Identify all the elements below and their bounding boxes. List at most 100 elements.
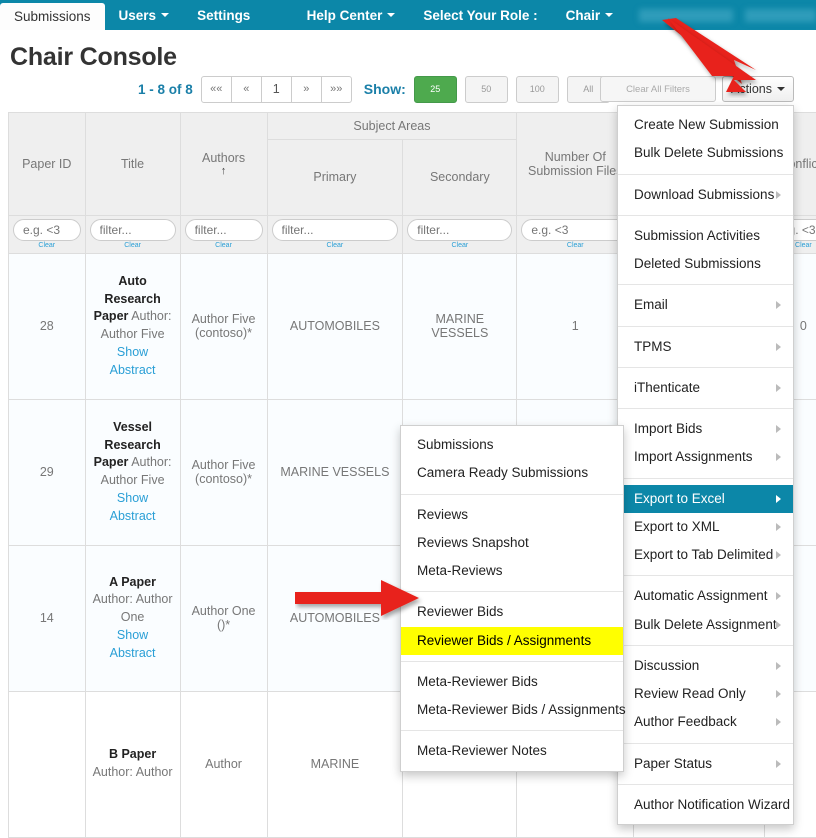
col-secondary[interactable]: Secondary bbox=[402, 139, 518, 216]
actions-menu-item-import-bids[interactable]: Import Bids bbox=[618, 415, 793, 443]
clear-filter-paper-id[interactable]: Clear bbox=[13, 242, 81, 249]
clear-all-filters-button[interactable]: Clear All Filters bbox=[600, 76, 716, 102]
export-menu-item-reviews-label: Reviews bbox=[417, 506, 469, 522]
col-group-subject-areas: Subject Areas bbox=[267, 113, 518, 140]
page-size-100-button[interactable]: 100 bbox=[515, 75, 559, 103]
actions-menu-item-ithenticate[interactable]: iThenticate bbox=[618, 374, 793, 402]
pager-page-1-button[interactable]: 1 bbox=[260, 75, 292, 103]
actions-menu-item-paper-status[interactable]: Paper Status bbox=[618, 750, 793, 778]
cell-primary: MARINE bbox=[267, 691, 404, 838]
cell-primary: AUTOMOBILES bbox=[267, 545, 404, 692]
actions-menu-item-email[interactable]: Email bbox=[618, 291, 793, 319]
actions-menu-item-submission-activities-label: Submission Activities bbox=[634, 227, 761, 243]
abstract-link[interactable]: Abstract bbox=[90, 362, 176, 380]
chevron-right-icon bbox=[776, 759, 781, 768]
clear-filter-submission-files[interactable]: Clear bbox=[521, 242, 629, 249]
filter-input-title[interactable] bbox=[89, 219, 176, 241]
abstract-link[interactable]: Abstract bbox=[90, 645, 176, 663]
filter-input-submission-files[interactable] bbox=[521, 219, 630, 241]
chevron-right-icon bbox=[776, 718, 781, 727]
cell-paper-id[interactable]: 28 bbox=[9, 253, 86, 400]
export-menu-item-camera-ready-submissions[interactable]: Camera Ready Submissions bbox=[401, 459, 623, 487]
export-menu-item-reviewer-bids-assignments-label: Reviewer Bids / Assignments bbox=[417, 632, 592, 648]
show-abstract-link[interactable]: Show bbox=[90, 627, 176, 645]
export-menu-item-submissions[interactable]: Submissions bbox=[401, 431, 623, 459]
clear-filter-authors[interactable]: Clear bbox=[185, 242, 263, 249]
pager-prev-button[interactable]: « bbox=[230, 75, 262, 103]
cell-authors: Author bbox=[180, 691, 268, 838]
actions-menu-item-deleted-submissions[interactable]: Deleted Submissions bbox=[618, 250, 793, 278]
export-menu-item-separator bbox=[401, 591, 623, 593]
export-menu-item-meta-reviewer-bids-assignments[interactable]: Meta-Reviewer Bids / Assignments bbox=[401, 696, 626, 724]
author-prefix: Author: bbox=[131, 309, 172, 324]
actions-menu-item-submission-activities[interactable]: Submission Activities bbox=[618, 222, 793, 250]
filter-input-paper-id[interactable] bbox=[13, 219, 81, 241]
actions-menu-item-import-bids-label: Import Bids bbox=[634, 421, 703, 436]
cell-title: Vessel Research Paper Author: Author Fiv… bbox=[85, 399, 181, 546]
export-menu-item-reviewer-bids-label: Reviewer Bids bbox=[417, 604, 504, 620]
export-menu-item-reviewer-bids-assignments[interactable]: Reviewer Bids / Assignments bbox=[401, 626, 623, 655]
export-menu-item-meta-reviews[interactable]: Meta-Reviews bbox=[401, 557, 623, 585]
chevron-right-icon bbox=[776, 620, 781, 629]
page-size-50-button[interactable]: 50 bbox=[464, 75, 508, 103]
export-menu-item-submissions-label: Submissions bbox=[417, 437, 494, 452]
filter-input-primary[interactable] bbox=[271, 219, 399, 241]
nav-menu-settings[interactable]: Settings bbox=[183, 0, 264, 30]
chevron-right-icon bbox=[776, 661, 781, 670]
export-menu-item-reviews[interactable]: Reviews bbox=[401, 501, 623, 529]
actions-menu-item-separator bbox=[618, 408, 793, 409]
actions-menu-item-review-read-only[interactable]: Review Read Only bbox=[618, 680, 793, 708]
abstract-link[interactable]: Abstract bbox=[90, 508, 176, 526]
nav-role-selector-chair[interactable]: Chair bbox=[552, 0, 628, 30]
export-menu-item-reviews-snapshot[interactable]: Reviews Snapshot bbox=[401, 529, 623, 557]
nav-menu-users[interactable]: Users bbox=[105, 0, 184, 30]
pager-last-button[interactable]: »» bbox=[320, 75, 352, 103]
page-size-25-button[interactable]: 25 bbox=[413, 75, 457, 103]
actions-menu-item-separator bbox=[618, 214, 793, 216]
actions-menu-item-export-to-excel[interactable]: Export to Excel bbox=[618, 484, 793, 513]
actions-menu-item-bulk-delete-submissions[interactable]: Bulk Delete Submissions bbox=[618, 139, 793, 167]
export-menu-item-reviewer-bids[interactable]: Reviewer Bids bbox=[401, 598, 623, 626]
clear-filter-secondary[interactable]: Clear bbox=[407, 242, 512, 249]
pager-first-button[interactable]: «« bbox=[200, 75, 232, 103]
actions-menu-item-bulk-delete-assignment-label: Bulk Delete Assignment bbox=[634, 616, 777, 632]
export-menu-item-meta-reviewer-notes[interactable]: Meta-Reviewer Notes bbox=[401, 737, 623, 765]
col-title[interactable]: Title bbox=[85, 113, 181, 216]
nav-menu-help-center[interactable]: Help Center bbox=[293, 0, 410, 30]
actions-menu-item-export-to-tab-delimited[interactable]: Export to Tab Delimited bbox=[618, 541, 793, 569]
cell-paper-id[interactable]: 14 bbox=[9, 545, 86, 692]
col-primary[interactable]: Primary bbox=[267, 139, 404, 216]
cell-secondary: MARINE VESSELS bbox=[402, 253, 518, 400]
actions-menu-item-export-to-xml[interactable]: Export to XML bbox=[618, 513, 793, 541]
actions-button[interactable]: Actions bbox=[722, 76, 794, 102]
export-menu-item-meta-reviewer-bids-assignments-label: Meta-Reviewer Bids / Assignments bbox=[417, 702, 626, 717]
col-authors[interactable]: Authors ↑ bbox=[180, 113, 268, 216]
col-paper-id[interactable]: Paper ID bbox=[9, 113, 86, 216]
export-to-excel-submenu: Submissions Camera Ready Submissions Revie… bbox=[400, 425, 626, 772]
nav-menu-settings-label: Settings bbox=[197, 7, 251, 23]
filter-input-authors[interactable] bbox=[184, 219, 263, 241]
filter-input-secondary[interactable] bbox=[407, 219, 513, 241]
actions-menu-item-create-new-submission-label: Create New Submission bbox=[634, 117, 779, 132]
actions-menu-item-author-feedback[interactable]: Author Feedback bbox=[618, 708, 793, 736]
export-menu-item-meta-reviewer-bids[interactable]: Meta-Reviewer Bids bbox=[401, 668, 623, 696]
actions-menu-item-bulk-delete-assignment[interactable]: Bulk Delete Assignment bbox=[618, 611, 793, 639]
actions-menu-item-create-new-submission[interactable]: Create New Submission bbox=[618, 111, 793, 139]
actions-menu-item-download-submissions[interactable]: Download Submissions bbox=[618, 181, 793, 209]
actions-menu-item-automatic-assignment[interactable]: Automatic Assignment bbox=[618, 582, 793, 610]
actions-menu-item-import-assignments[interactable]: Import Assignments bbox=[618, 443, 793, 471]
clear-filter-primary[interactable]: Clear bbox=[272, 242, 399, 249]
actions-menu-item-tpms[interactable]: TPMS bbox=[618, 333, 793, 361]
cell-paper-id[interactable] bbox=[9, 691, 86, 838]
show-abstract-link[interactable]: Show bbox=[90, 490, 176, 508]
show-abstract-link[interactable]: Show bbox=[90, 344, 176, 362]
redacted-user-name bbox=[639, 8, 734, 22]
clear-filter-title[interactable]: Clear bbox=[90, 242, 176, 249]
author-name: Author bbox=[135, 765, 173, 779]
actions-menu-item-deleted-submissions-label: Deleted Submissions bbox=[634, 256, 761, 271]
actions-menu-item-author-notification-wizard[interactable]: Author Notification Wizard bbox=[618, 791, 793, 819]
pager-next-button[interactable]: » bbox=[290, 75, 322, 103]
cell-paper-id[interactable]: 29 bbox=[9, 399, 86, 546]
actions-menu-item-discussion[interactable]: Discussion bbox=[618, 652, 793, 680]
nav-tab-submissions[interactable]: Submissions bbox=[0, 3, 105, 30]
